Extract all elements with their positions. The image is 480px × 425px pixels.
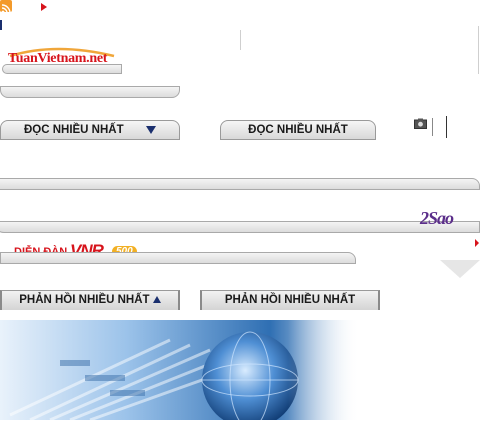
rss-icon[interactable] — [0, 0, 12, 14]
tab-replies-label: PHẢN HỒI NHIỀU NHẤT — [19, 294, 150, 306]
tab-most-read-active[interactable]: ĐỌC NHIỀU NHẤT — [0, 120, 180, 140]
tab-replies-other[interactable]: PHẢN HỒI NHIỀU NHẤT — [200, 290, 380, 310]
tab-most-read-other-label: ĐỌC NHIỀU NHẤT — [248, 124, 348, 136]
forum-bar — [0, 252, 356, 264]
triangle-up-icon — [152, 296, 161, 304]
banner-globe-art — [0, 320, 360, 420]
camera-icon[interactable] — [414, 118, 427, 129]
section-bar — [0, 178, 480, 190]
triangle-down-icon — [146, 125, 157, 134]
rss-icon-glyph — [1, 4, 11, 14]
header-rounded-bar — [0, 86, 180, 98]
left-blue-tick — [0, 20, 2, 30]
section-bar-2sao — [0, 221, 480, 233]
thin-divider-a — [432, 118, 433, 136]
arrow-right-icon[interactable] — [40, 2, 48, 12]
two-sao-logo-text: 2Sao — [420, 208, 454, 228]
tab-most-read-other[interactable]: ĐỌC NHIỀU NHẤT — [220, 120, 376, 140]
header-divider-right — [478, 26, 479, 74]
tab-replies-other-label: PHẢN HỒI NHIỀU NHẤT — [224, 294, 356, 306]
thin-divider-b — [446, 116, 447, 138]
tab-most-read-label: ĐỌC NHIỀU NHẤT — [23, 124, 124, 136]
header-divider — [240, 30, 241, 50]
arrow-right-icon-forum[interactable] — [474, 238, 480, 248]
tab-replies-active[interactable]: PHẢN HỒI NHIỀU NHẤT — [0, 290, 180, 310]
logo-underbar — [2, 64, 122, 74]
chevron-down-icon[interactable] — [440, 260, 480, 280]
banner-image — [0, 320, 360, 420]
two-sao-logo[interactable]: 2Sao — [420, 208, 472, 230]
